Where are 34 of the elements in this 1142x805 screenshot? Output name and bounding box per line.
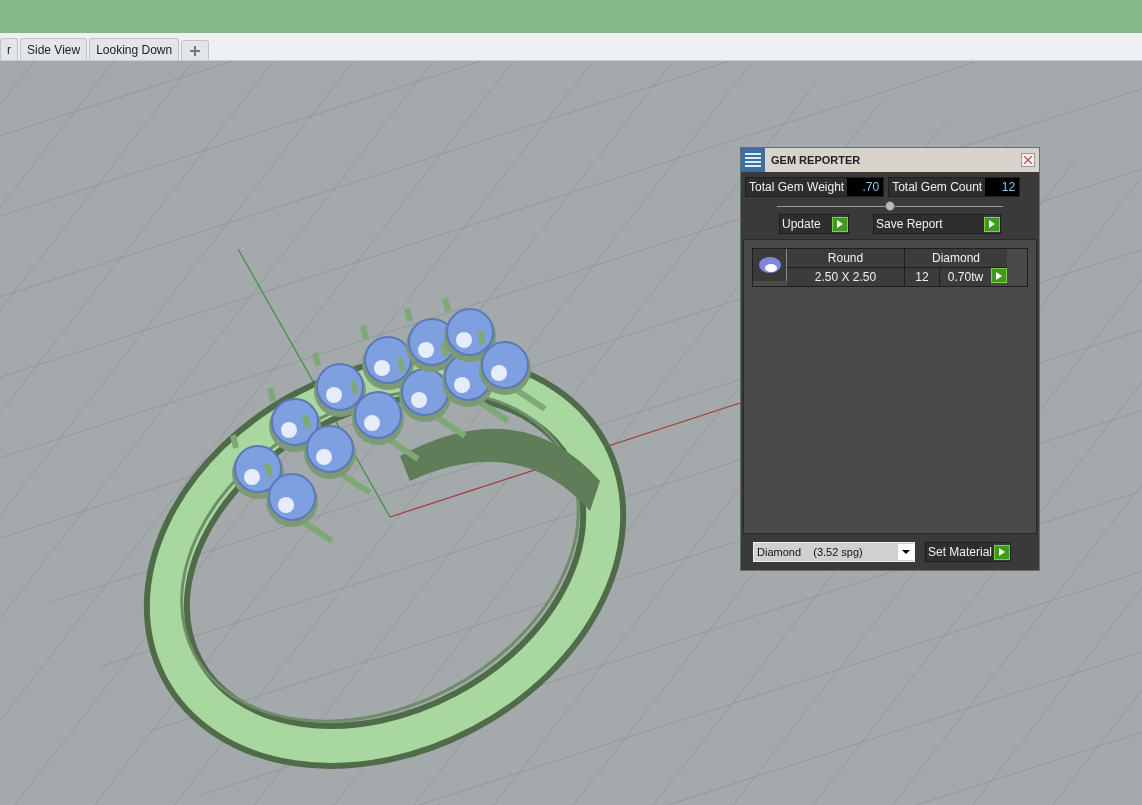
- close-button[interactable]: [1021, 153, 1035, 167]
- total-value: 12: [985, 178, 1020, 196]
- play-icon: [999, 548, 1006, 556]
- total-label: Total Gem Count: [889, 178, 986, 196]
- viewport-tab[interactable]: Looking Down: [89, 38, 180, 60]
- play-icon: [989, 220, 995, 228]
- material-dropdown[interactable]: Diamond (3.52 spg): [753, 542, 915, 562]
- set-material-button[interactable]: Set Material: [926, 543, 995, 561]
- table-cell: 12: [905, 268, 940, 286]
- close-icon: [1024, 156, 1032, 164]
- play-button[interactable]: [984, 216, 1000, 232]
- caret-icon: [898, 544, 914, 560]
- play-icon: [837, 220, 843, 228]
- play-button[interactable]: [994, 544, 1011, 560]
- play-button[interactable]: [832, 216, 848, 232]
- table-cell: Round: [787, 249, 905, 267]
- gem-icon: [757, 256, 782, 274]
- slider-handle[interactable]: [885, 201, 895, 211]
- play-icon: [996, 271, 1002, 280]
- table-cell: 2.50 X 2.50: [787, 268, 905, 286]
- table-cell: Diamond: [905, 249, 1007, 267]
- action-button[interactable]: Save Report: [874, 215, 984, 233]
- plus-icon: [190, 45, 201, 56]
- add-tab-button[interactable]: [181, 40, 210, 60]
- total-label: Total Gem Weight: [746, 178, 848, 196]
- total-value: .70: [847, 178, 884, 196]
- viewport-tab[interactable]: Side View: [20, 38, 88, 60]
- viewport-tab[interactable]: r: [0, 38, 18, 60]
- action-button[interactable]: Update: [780, 215, 832, 233]
- 3d-viewport[interactable]: GEM REPORTER Total Gem Weight .70 Total Gem Count 12 Update Save Report Round Diamond 2.50 X 2.50 12 0.70tw Diamond (3.52 spg) Set Material: [0, 61, 1142, 805]
- dropdown-value: Diamond (3.52 spg): [757, 544, 864, 560]
- table-cell: 0.70tw: [940, 268, 991, 286]
- panel-title: GEM REPORTER: [771, 152, 862, 168]
- app-logo-icon: [741, 148, 765, 172]
